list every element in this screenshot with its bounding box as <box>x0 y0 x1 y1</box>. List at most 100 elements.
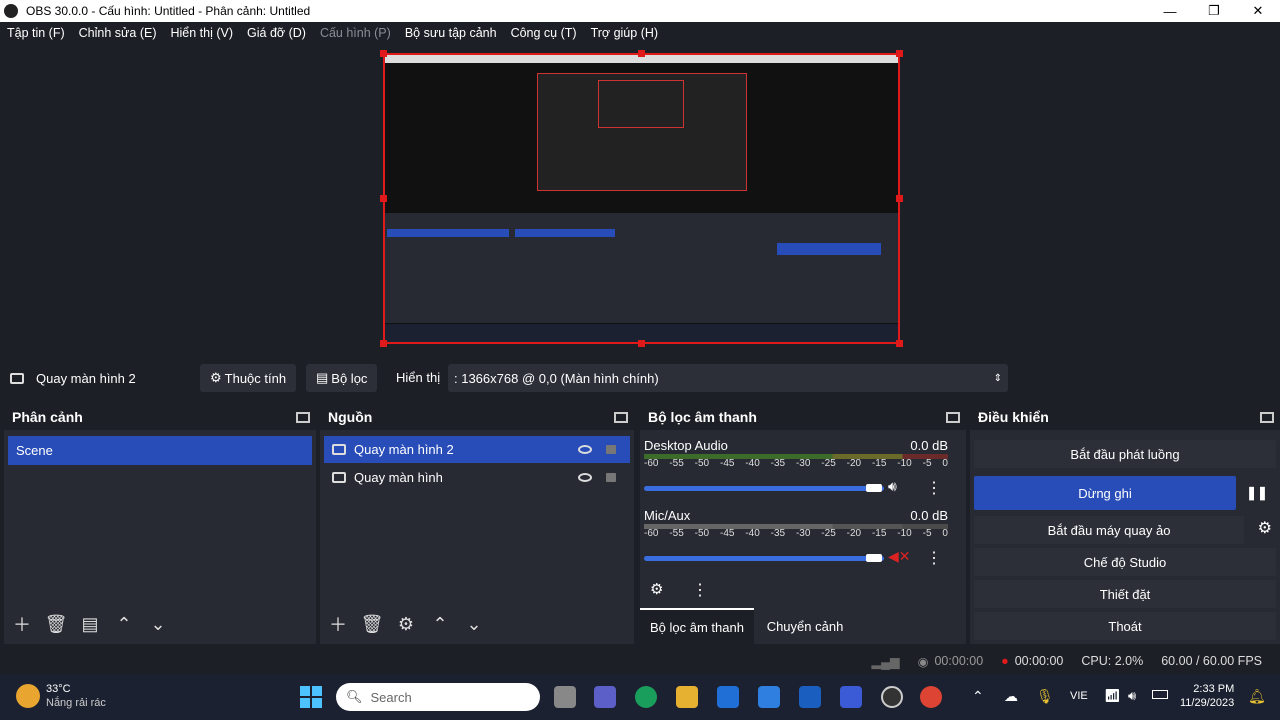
menu-edit[interactable]: Chỉnh sửa (E) <box>72 26 164 40</box>
chevron-updown-icon: ⇕ <box>993 372 1002 384</box>
weather-icon[interactable] <box>16 684 40 708</box>
menu-profile[interactable]: Cấu hình (P) <box>313 26 398 40</box>
menu-file[interactable]: Tập tin (F) <box>0 26 72 40</box>
weather-desc: Nắng rải rác <box>46 697 106 709</box>
volume-slider-knob[interactable] <box>866 484 882 492</box>
transform-handle[interactable] <box>638 340 645 347</box>
volume-icon[interactable]: 🔊︎ <box>1128 688 1136 704</box>
clock-date: 11/29/2023 <box>1180 697 1235 709</box>
settings-button[interactable]: Thiết đặt <box>974 580 1276 608</box>
add-icon[interactable]: ＋ <box>326 612 350 636</box>
more-icon[interactable]: ⋮ <box>926 548 942 568</box>
preview-nested-window <box>537 73 747 191</box>
obs-taskbar-icon[interactable] <box>881 686 903 708</box>
gear-icon[interactable]: ⚙ <box>394 612 418 636</box>
source-item[interactable]: Quay màn hình <box>324 464 630 491</box>
chevron-up-icon[interactable]: ⌃ <box>112 612 136 636</box>
battery-icon[interactable] <box>1152 690 1168 699</box>
tab-audio-mixer[interactable]: Bộ lọc âm thanh <box>640 608 754 644</box>
virtual-camera-button[interactable]: Bắt đầu máy quay ảo <box>974 516 1244 544</box>
transform-handle[interactable] <box>380 340 387 347</box>
windows-start-icon[interactable] <box>300 686 322 708</box>
eye-icon[interactable] <box>578 473 592 482</box>
close-button[interactable]: ✕ <box>1236 0 1280 22</box>
menu-tools[interactable]: Công cụ (T) <box>504 26 584 40</box>
language-indicator[interactable]: VIE <box>1070 690 1088 702</box>
monitor-icon <box>332 444 346 455</box>
taskbar-clock[interactable]: 2:33 PM 11/29/2023 <box>1180 682 1234 710</box>
transform-handle[interactable] <box>380 195 387 202</box>
speaker-muted-icon[interactable]: ◀✕ <box>888 548 911 565</box>
preview-area[interactable] <box>0 44 1280 356</box>
transform-handle[interactable] <box>896 195 903 202</box>
cloud-icon[interactable]: ☁ <box>1004 688 1018 705</box>
transform-handle[interactable] <box>380 50 387 57</box>
volume-slider[interactable] <box>644 556 884 561</box>
undock-icon[interactable] <box>946 411 960 423</box>
trash-icon[interactable]: 🗑 <box>44 612 68 636</box>
scene-item[interactable]: Scene <box>8 436 312 465</box>
mail-icon[interactable] <box>717 686 739 708</box>
speaker-icon[interactable]: 🔊︎ <box>888 478 897 495</box>
menu-help[interactable]: Trợ giúp (H) <box>584 26 665 40</box>
minimize-button[interactable]: — <box>1148 0 1192 22</box>
start-stream-button[interactable]: Bắt đầu phát luồng <box>974 440 1276 468</box>
app-icon[interactable] <box>799 686 821 708</box>
lock-icon[interactable] <box>606 473 616 482</box>
source-item-label: Quay màn hình <box>354 470 443 485</box>
program-preview[interactable] <box>383 53 900 344</box>
recorder-icon[interactable] <box>920 686 942 708</box>
eye-icon[interactable] <box>578 445 592 454</box>
microphone-icon[interactable]: 🎙︎ <box>1036 688 1054 705</box>
transform-handle[interactable] <box>896 50 903 57</box>
weather-widget[interactable]: 33°C Nắng rải rác <box>46 682 106 710</box>
undock-icon[interactable] <box>1260 411 1274 423</box>
volume-slider-knob[interactable] <box>866 554 882 562</box>
transform-handle[interactable] <box>896 340 903 347</box>
display-label: Hiển thị <box>396 370 441 385</box>
stop-record-button[interactable]: Dừng ghi <box>974 476 1236 510</box>
tab-transitions[interactable]: Chuyển cảnh <box>756 608 854 644</box>
chevron-up-icon[interactable]: ⌃ <box>428 612 452 636</box>
maximize-button[interactable]: ❐ <box>1192 0 1236 22</box>
more-icon[interactable]: ⋮ <box>926 478 942 498</box>
pause-icon[interactable]: ❚❚ <box>1240 476 1274 510</box>
dropbox-icon[interactable] <box>758 686 780 708</box>
volume-slider[interactable] <box>644 486 884 491</box>
menu-view[interactable]: Hiển thị (V) <box>164 26 241 40</box>
menu-docks[interactable]: Giá đỡ (D) <box>240 26 313 40</box>
exit-button[interactable]: Thoát <box>974 612 1276 640</box>
chevron-down-icon[interactable]: ⌄ <box>146 612 170 636</box>
add-icon[interactable]: ＋ <box>10 612 34 636</box>
chevron-down-icon[interactable]: ⌄ <box>462 612 486 636</box>
trash-icon[interactable]: 🗑 <box>360 612 384 636</box>
chevron-up-icon[interactable]: ⌃ <box>972 688 984 705</box>
gear-icon[interactable]: ⚙ <box>1258 518 1272 538</box>
filters-button[interactable]: ▤ Bộ lọc <box>306 364 378 392</box>
file-explorer-icon[interactable] <box>676 686 698 708</box>
gear-icon[interactable]: ⚙ <box>650 580 663 598</box>
wifi-icon[interactable]: 📶︎ <box>1104 688 1121 704</box>
search-placeholder: Search <box>370 689 412 705</box>
undock-icon[interactable] <box>614 411 628 423</box>
meter-ticks: -60 -55 -50 -45 -40 -35 -30 -25 -20 -15 -10 -5 0 <box>644 458 948 469</box>
undock-icon[interactable] <box>296 411 310 423</box>
studio-mode-button[interactable]: Chế độ Studio <box>974 548 1276 576</box>
app-icon[interactable] <box>840 686 862 708</box>
taskbar-search[interactable]: 🔍︎ Search <box>336 683 540 711</box>
display-select[interactable]: : 1366x768 @ 0,0 (Màn hình chính) ⇕ <box>448 364 1008 392</box>
more-icon[interactable]: ⋮ <box>692 580 708 600</box>
properties-button[interactable]: ⚙ Thuộc tính <box>200 364 297 392</box>
filter-icon[interactable]: ▤ <box>78 612 102 636</box>
sources-dock-header: Nguồn <box>320 404 634 430</box>
menu-scene-collection[interactable]: Bộ sưu tập cảnh <box>398 26 504 40</box>
transform-handle[interactable] <box>638 50 645 57</box>
source-toolbar: Quay màn hình 2 ⚙ Thuộc tính ▤ Bộ lọc Hi… <box>0 362 1280 394</box>
task-view-icon[interactable] <box>554 686 576 708</box>
record-time: 00:00:00 <box>1014 654 1064 668</box>
teams-icon[interactable] <box>594 686 616 708</box>
edge-icon[interactable] <box>635 686 657 708</box>
source-item[interactable]: Quay màn hình 2 <box>324 436 630 463</box>
lock-icon[interactable] <box>606 445 616 454</box>
notification-bell-icon[interactable]: 🔔︎ <box>1248 688 1266 705</box>
